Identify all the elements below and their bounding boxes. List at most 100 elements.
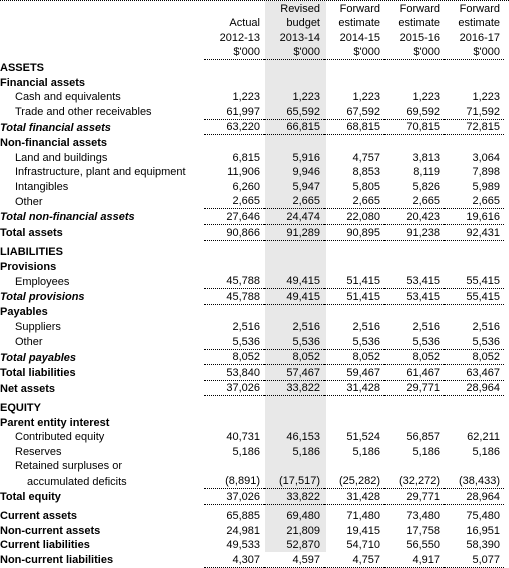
empty-cell <box>444 304 504 319</box>
empty-cell <box>264 415 324 430</box>
value-forward-2016-17: 72,815 <box>444 119 504 136</box>
value-forward-2014-15: (25,282) <box>324 473 384 490</box>
value-forward-2015-16: 56,857 <box>406 431 440 444</box>
value-forward-2015-16: 29,771 <box>384 380 444 397</box>
empty-cell <box>204 400 264 415</box>
value-forward-2014-15: 8,052 <box>324 349 384 366</box>
value-actual: 11,906 <box>227 166 260 179</box>
row-label: Retained surpluses or <box>15 460 123 473</box>
value-actual: 4,307 <box>204 552 264 568</box>
value-revised-budget: 5,536 <box>264 334 324 350</box>
value-revised-budget: 24,474 <box>264 208 324 225</box>
empty-cell <box>384 304 444 319</box>
header-row-3: 2012-13 2013-14 2014-15 2015-16 2016-17 <box>0 30 504 45</box>
value-forward-2016-17: 2,516 <box>472 321 500 334</box>
value-forward-2015-16: 91,238 <box>384 224 444 241</box>
value-revised-budget: 66,815 <box>264 119 324 136</box>
empty-cell <box>384 245 444 260</box>
value-actual: 53,840 <box>204 364 264 381</box>
empty-cell <box>444 60 504 75</box>
value-revised-budget: 46,153 <box>286 431 320 444</box>
row-non-financial-assets: Non-financial assets <box>0 135 504 150</box>
value-forward-2015-16: 2,516 <box>412 321 440 334</box>
row-label: Net assets <box>0 382 56 395</box>
row-payables: Payables <box>0 304 504 319</box>
empty-cell <box>324 259 384 274</box>
empty-cell <box>444 415 504 430</box>
empty-cell <box>264 60 324 75</box>
balance-sheet-table: Revised Forward Forward Forward Actual b… <box>0 1 504 568</box>
value-forward-2015-16: 61,467 <box>384 364 444 381</box>
col-fe3-line2: estimate <box>458 17 500 30</box>
empty-cell <box>324 60 384 75</box>
empty-cell <box>324 135 384 150</box>
row-label: Financial assets <box>0 76 85 89</box>
row-equity: EQUITY <box>0 400 504 415</box>
value-forward-2014-15: 31,428 <box>324 380 384 397</box>
empty-cell <box>384 415 444 430</box>
value-forward-2016-17: 5,077 <box>444 552 504 568</box>
header-row-1: Revised Forward Forward Forward <box>0 1 504 16</box>
value-revised-budget: 2,665 <box>264 193 324 210</box>
value-actual: 45,788 <box>204 273 264 290</box>
value-forward-2016-17: 75,480 <box>466 510 500 523</box>
empty-cell <box>384 459 444 474</box>
value-forward-2014-15: 5,186 <box>352 445 380 458</box>
empty-cell <box>204 259 264 274</box>
empty-cell <box>444 259 504 274</box>
value-actual: 2,516 <box>232 321 260 334</box>
row-current-assets: Current assets 65,885 69,480 71,480 73,480 75… <box>0 509 504 524</box>
empty-cell <box>444 245 504 260</box>
value-forward-2014-15: 67,592 <box>324 104 384 120</box>
empty-cell <box>204 245 264 260</box>
col-fe1-unit: $'000 <box>324 44 384 61</box>
row-total-payables: Total payables 8,052 8,052 8,052 8,052 8,052 <box>0 349 504 366</box>
row-land: Land and buildings 6,815 5,916 4,757 3,813 3,… <box>0 150 504 165</box>
value-forward-2014-15: 59,467 <box>324 364 384 381</box>
row-label: Non-financial assets <box>0 136 107 149</box>
col-fe3-line1: Forward <box>459 2 500 15</box>
value-actual: 45,788 <box>204 288 264 305</box>
row-financial-assets: Financial assets <box>0 75 504 90</box>
row-label: EQUITY <box>0 402 41 415</box>
col-revised-line1: Revised <box>280 2 320 15</box>
empty-cell <box>264 75 324 90</box>
value-forward-2016-17: 63,467 <box>444 364 504 381</box>
col-actual-line1 <box>204 1 264 16</box>
empty-cell <box>444 135 504 150</box>
value-actual: 90,866 <box>204 224 264 241</box>
value-forward-2015-16: 8,119 <box>413 166 440 179</box>
row-net-assets: Net assets 37,026 33,822 31,428 29,771 28,964 <box>0 380 504 397</box>
empty-cell <box>324 245 384 260</box>
value-revised-budget: 8,052 <box>264 349 324 366</box>
value-revised-budget: 69,480 <box>286 510 320 523</box>
header-blank <box>0 1 204 16</box>
value-forward-2016-17: 55,415 <box>444 288 504 305</box>
row-total-provisions: Total provisions 45,788 49,415 51,415 53,415… <box>0 288 504 305</box>
col-revised-year: 2013-14 <box>279 31 320 44</box>
value-actual: 24,981 <box>226 524 260 537</box>
value-actual: 27,646 <box>204 208 264 225</box>
row-label: LIABILITIES <box>0 246 63 259</box>
empty-cell <box>444 400 504 415</box>
col-fe3-year: 2016-17 <box>459 31 500 44</box>
value-actual: 65,885 <box>226 510 260 523</box>
row-other-nfa: Other 2,665 2,665 2,665 2,665 2,665 <box>0 193 504 210</box>
row-total-equity: Total equity 37,026 33,822 31,428 29,771 28,9… <box>0 488 504 505</box>
row-label: Infrastructure, plant and equipment <box>15 166 186 179</box>
row-infrastructure: Infrastructure, plant and equipment 11,90… <box>0 165 504 180</box>
value-forward-2014-15: 22,080 <box>324 208 384 225</box>
value-revised-budget: 65,592 <box>264 104 324 120</box>
value-forward-2015-16: 20,423 <box>384 208 444 225</box>
col-fe1-line2: estimate <box>338 17 380 30</box>
row-label: ASSETS <box>0 61 45 74</box>
row-label: Other <box>15 195 43 208</box>
value-forward-2015-16: 3,813 <box>412 151 440 164</box>
value-forward-2016-17: 8,052 <box>444 349 504 366</box>
header-row-4: $'000 $'000 $'000 $'000 $'000 <box>0 44 504 61</box>
row-retained-line2: accumulated deficits (8,891) (17,517) (25,2… <box>0 473 504 490</box>
empty-cell <box>444 75 504 90</box>
row-label: Provisions <box>0 260 57 273</box>
value-revised-budget: 9,946 <box>292 166 320 179</box>
value-revised-budget: (17,517) <box>264 473 324 490</box>
